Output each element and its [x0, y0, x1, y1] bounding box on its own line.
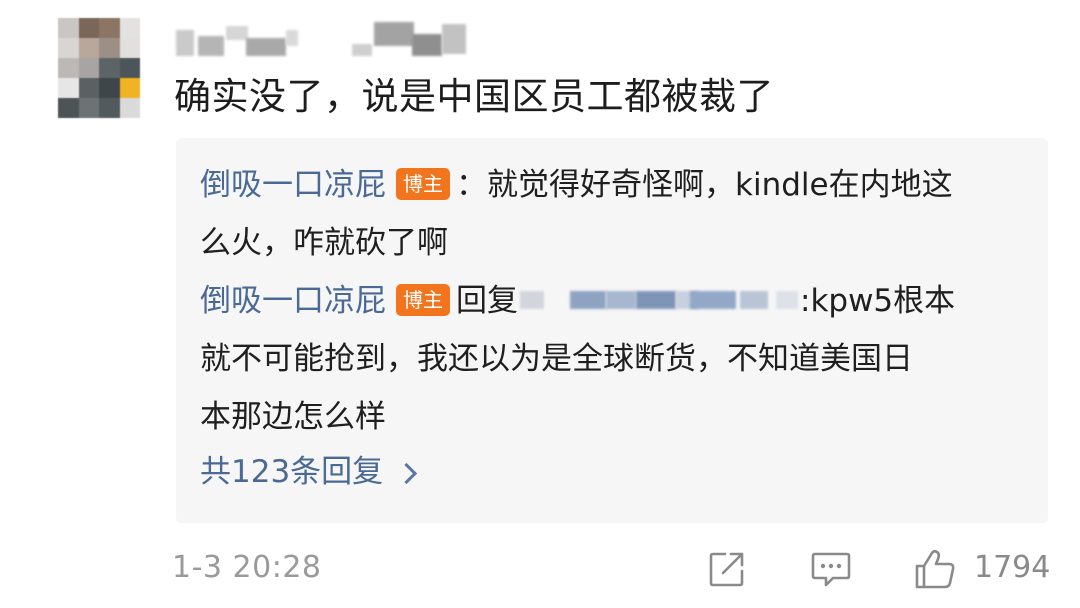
reply-text-continued: 么火，咋就砍了啊	[200, 225, 448, 261]
like-count: 1794	[974, 550, 1051, 585]
comment-text: 确实没了，说是中国区员工都被裁了	[174, 75, 774, 118]
avatar[interactable]	[58, 18, 140, 118]
reply-prefix: 回复	[456, 283, 518, 319]
reply-text: :kpw5根本	[800, 283, 956, 319]
more-replies-label: 共123条回复	[200, 454, 384, 490]
thumbs-up-icon	[915, 549, 955, 589]
author-badge: 博主	[396, 168, 450, 200]
reply-line: 倒吸一口凉屁 博主 ：就觉得好奇怪啊，kindle在内地这	[200, 156, 1020, 214]
chevron-right-icon	[396, 462, 418, 484]
author-badge: 博主	[396, 284, 450, 316]
like-button[interactable]	[912, 546, 958, 592]
reply-line: 倒吸一口凉屁 博主 回复 :kpw5根本	[200, 272, 1020, 330]
reply-thread: 倒吸一口凉屁 博主 ：就觉得好奇怪啊，kindle在内地这 么火，咋就砍了啊 倒吸一…	[176, 138, 1048, 523]
mention-redacted[interactable]	[518, 285, 800, 315]
comment-button[interactable]	[808, 546, 854, 592]
reply-item: 倒吸一口凉屁 博主 ：就觉得好奇怪啊，kindle在内地这 么火，咋就砍了啊	[200, 156, 1020, 272]
view-all-replies-link[interactable]: 共123条回复	[200, 450, 418, 494]
reply-text-continued: 就不可能抢到，我还以为是全球断货，不知道美国日	[200, 341, 913, 377]
reply-item: 倒吸一口凉屁 博主 回复 :kpw5根本 就不可能抢到，我还以为是全球断货，不知道美…	[200, 272, 1020, 446]
reply-author[interactable]: 倒吸一口凉屁	[200, 167, 386, 203]
reply-author[interactable]: 倒吸一口凉屁	[200, 283, 386, 319]
comment-card: 确实没了，说是中国区员工都被裁了 倒吸一口凉屁 博主 ：就觉得好奇怪啊，kindle…	[0, 0, 1080, 608]
reply-text: ：就觉得好奇怪啊，kindle在内地这	[456, 167, 953, 203]
reply-text-continued: 本那边怎么样	[200, 399, 386, 435]
share-button[interactable]	[704, 546, 750, 592]
comment-icon	[811, 552, 851, 587]
username-redacted[interactable]	[176, 20, 476, 58]
comment-timestamp: 1-3 20:28	[172, 550, 322, 585]
share-icon	[709, 552, 744, 587]
